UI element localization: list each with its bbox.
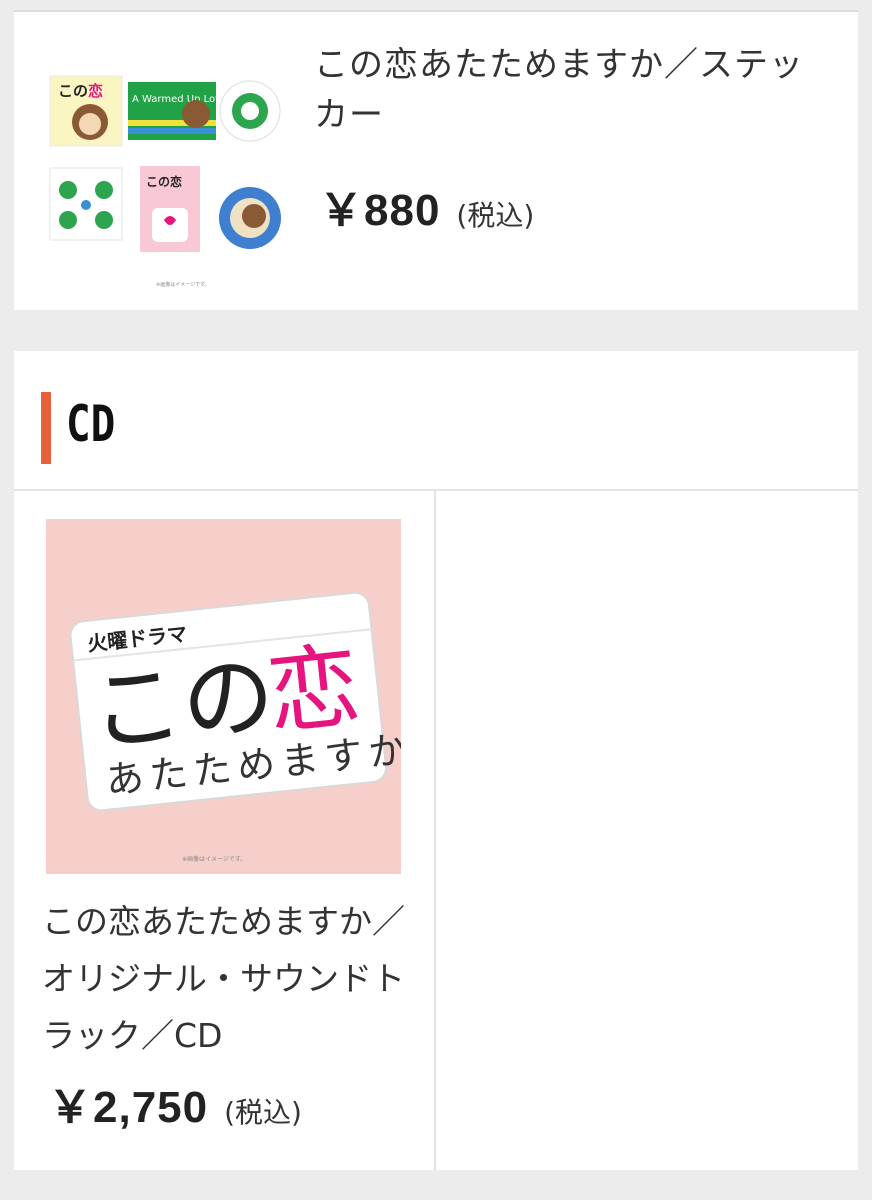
svg-text:この恋: この恋 bbox=[146, 174, 182, 189]
sticker-tax-note: (税込) bbox=[456, 199, 535, 232]
sticker-banner-text: A Warmed Up Love bbox=[132, 94, 227, 105]
cd-product-title[interactable]: この恋あたためますか／オリジナル・サウンドトラック／CD bbox=[42, 893, 422, 1064]
artwork-title-pink: 恋 bbox=[262, 632, 365, 748]
cd-product-image[interactable]: 火曜ドラマ この 恋 あたためますか ※画像はイメージです。 bbox=[46, 519, 401, 874]
svg-text:恋: 恋 bbox=[88, 82, 103, 100]
cd-section: CD 火曜ドラマ この 恋 あたためますか ※画像はイメージです。 この恋あたた… bbox=[14, 351, 858, 1170]
cd-tax-note: (税込) bbox=[224, 1096, 302, 1129]
section-accent-bar bbox=[41, 392, 51, 464]
grid-divider bbox=[434, 491, 436, 1170]
sticker-price-row: ￥880 (税込) bbox=[319, 174, 534, 238]
cd-price: ￥2,750 bbox=[48, 1083, 209, 1132]
svg-text:この: この bbox=[58, 82, 88, 100]
sticker-product-image[interactable]: この 恋 A Warmed Up Love この恋 ※画像はイメージです。 bbox=[44, 70, 294, 300]
section-title: CD bbox=[66, 395, 116, 453]
sticker-price: ￥880 bbox=[319, 186, 441, 235]
sticker-image-caption: ※画像はイメージです。 bbox=[156, 281, 210, 288]
cd-image-caption: ※画像はイメージです。 bbox=[182, 855, 246, 863]
cd-price-row: ￥2,750 (税込) bbox=[48, 1071, 302, 1135]
sticker-product-card[interactable]: この 恋 A Warmed Up Love この恋 ※画像はイメージです。 この… bbox=[14, 10, 858, 310]
sticker-product-title[interactable]: この恋あたためますか／ステッカー bbox=[314, 40, 824, 140]
section-header: CD bbox=[14, 351, 858, 491]
